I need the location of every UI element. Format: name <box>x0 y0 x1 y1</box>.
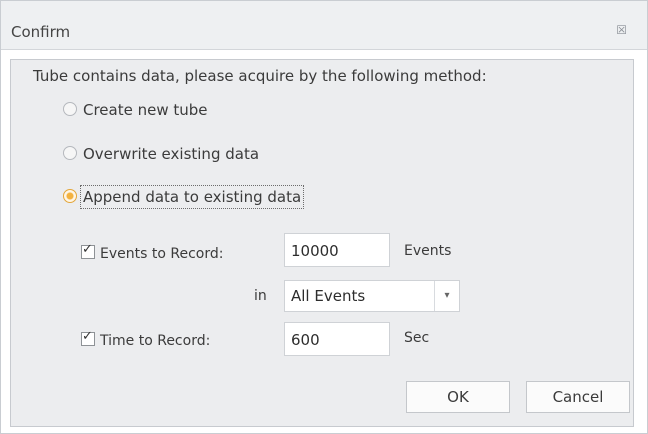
radio-append-data[interactable]: Append data to existing data <box>63 185 305 209</box>
events-filter-dropdown[interactable]: All Events ▾ <box>284 280 460 312</box>
events-count-input[interactable]: 10000 <box>284 233 390 267</box>
chevron-down-icon[interactable]: ▾ <box>434 281 459 311</box>
radio-button[interactable] <box>63 146 77 160</box>
dialog-content: Tube contains data, please acquire by th… <box>10 59 634 427</box>
time-to-record-label: Time to Record: <box>100 333 211 349</box>
prompt-text: Tube contains data, please acquire by th… <box>33 67 487 85</box>
time-to-record-checkbox[interactable]: Time to Record: <box>81 329 211 349</box>
ok-button[interactable]: OK <box>406 381 510 413</box>
close-icon[interactable]: ☒ <box>616 23 627 37</box>
in-label: in <box>254 288 267 304</box>
cancel-button[interactable]: Cancel <box>526 381 630 413</box>
time-seconds-input[interactable]: 600 <box>284 322 390 356</box>
radio-label: Create new tube <box>83 101 208 119</box>
dialog-title: Confirm <box>11 23 71 41</box>
radio-create-new-tube[interactable]: Create new tube <box>63 101 208 119</box>
dialog-titlebar: Confirm ☒ <box>1 1 647 50</box>
radio-button-selected[interactable] <box>63 189 77 203</box>
events-unit-label: Events <box>404 243 452 259</box>
checkbox-checked[interactable] <box>81 242 95 259</box>
events-to-record-checkbox[interactable]: Events to Record: <box>81 242 224 262</box>
radio-label: Overwrite existing data <box>83 145 260 163</box>
radio-label: Append data to existing data <box>80 185 305 209</box>
radio-overwrite-existing[interactable]: Overwrite existing data <box>63 145 259 163</box>
time-unit-label: Sec <box>404 330 430 346</box>
confirm-dialog: Confirm ☒ Tube contains data, please acq… <box>0 0 648 434</box>
dropdown-value: All Events <box>291 287 366 305</box>
events-to-record-label: Events to Record: <box>100 246 224 262</box>
checkbox-checked[interactable] <box>81 329 95 346</box>
radio-button[interactable] <box>63 102 77 116</box>
